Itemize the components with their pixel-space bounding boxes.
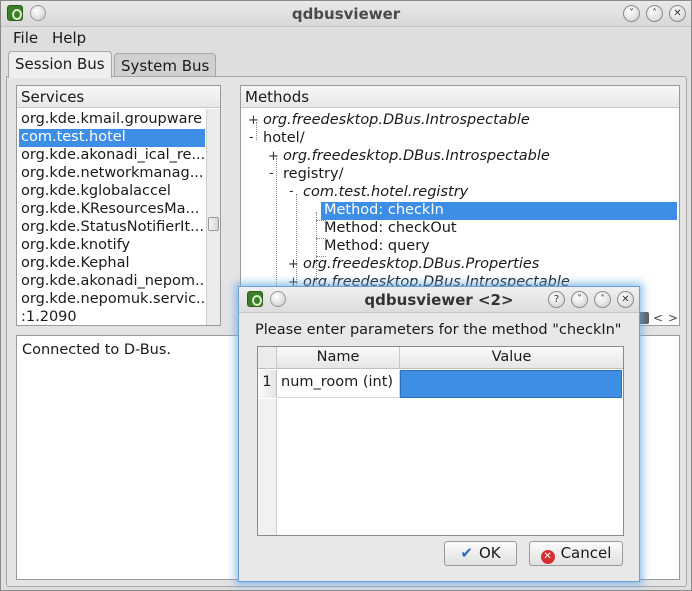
parameters-dialog: qdbusviewer <2> ? ˅ ˄ ✕ Please enter par… [238, 286, 640, 582]
menu-help[interactable]: Help [52, 29, 86, 47]
param-value-input[interactable] [400, 370, 622, 398]
tree-guide [276, 158, 277, 306]
service-item[interactable]: org.kde.StatusNotifierIt... [19, 219, 205, 237]
methods-header: Methods [241, 86, 679, 108]
method-item[interactable]: Method: query [324, 238, 430, 256]
service-item[interactable]: org.kde.knotify [19, 237, 205, 255]
cancel-icon: ✕ [540, 550, 555, 564]
minimize-button[interactable]: ˅ [623, 5, 640, 22]
scroll-left-icon[interactable]: < [653, 311, 663, 325]
param-name-cell[interactable]: num_room (int) [278, 370, 400, 398]
table-corner [258, 347, 277, 369]
menu-bar: File Help [1, 27, 691, 49]
cancel-button[interactable]: ✕ Cancel [529, 541, 623, 566]
tree-item[interactable]: registry/ [283, 166, 343, 184]
help-button[interactable]: ? [548, 291, 565, 308]
menu-file[interactable]: File [13, 29, 38, 47]
tree-item[interactable]: org.freedesktop.DBus.Introspectable [283, 148, 550, 166]
scrollbar-thumb[interactable] [208, 217, 219, 231]
tree-item[interactable]: org.freedesktop.DBus.Introspectable [263, 112, 530, 130]
scroll-right-icon[interactable]: > [668, 311, 678, 325]
cancel-label: Cancel [560, 544, 612, 562]
column-header-value[interactable]: Value [400, 347, 623, 369]
collapse-minus-icon[interactable]: - [269, 166, 274, 181]
dialog-maximize-button[interactable]: ˄ [594, 291, 611, 308]
method-item[interactable]: Method: checkOut [324, 220, 457, 238]
service-item[interactable]: org.kde.networkmanag... [19, 165, 205, 183]
service-item[interactable]: org.kde.Kephal [19, 255, 205, 273]
row-header-area [258, 399, 277, 535]
service-item[interactable]: org.kde.KResourcesMa... [19, 201, 205, 219]
expand-plus-icon[interactable]: + [288, 257, 299, 272]
check-icon: ✔ [460, 544, 473, 562]
services-header: Services [17, 86, 220, 108]
expand-plus-icon[interactable]: + [248, 113, 259, 128]
dialog-minimize-button[interactable]: ˅ [571, 291, 588, 308]
tree-item[interactable]: com.test.hotel.registry [303, 184, 468, 202]
service-item[interactable]: org.kde.kmail.groupware [19, 111, 205, 129]
tab-system-bus[interactable]: System Bus [114, 53, 217, 78]
method-item-selected[interactable]: Method: checkIn [321, 202, 677, 220]
ok-label: OK [478, 544, 501, 562]
tree-item[interactable]: hotel/ [263, 130, 305, 148]
tab-session-bus[interactable]: Session Bus [8, 51, 112, 78]
title-bar[interactable]: qdbusviewer ˅ ˄ ✕ [1, 1, 691, 27]
parameters-table: Name Value 1 num_room (int) [257, 346, 624, 536]
window-title: qdbusviewer [291, 5, 401, 23]
service-item-selected[interactable]: com.test.hotel [19, 129, 205, 147]
services-scrollbar[interactable] [206, 109, 220, 325]
close-button[interactable]: ✕ [669, 5, 686, 22]
service-item[interactable]: org.kde.akonadi_nepom... [19, 273, 205, 291]
ok-button[interactable]: ✔ OK [444, 541, 517, 566]
log-text: Connected to D-Bus. [22, 342, 172, 358]
dialog-title-bar[interactable]: qdbusviewer <2> ? ˅ ˄ ✕ [239, 287, 639, 313]
dialog-prompt: Please enter parameters for the method "… [255, 322, 622, 338]
service-item[interactable]: :1.2090 [19, 309, 205, 327]
collapse-minus-icon[interactable]: - [289, 184, 294, 199]
maximize-button[interactable]: ˄ [646, 5, 663, 22]
row-header[interactable]: 1 [258, 370, 277, 398]
service-item[interactable]: org.kde.nepomuk.servic... [19, 291, 205, 309]
collapse-minus-icon[interactable]: - [249, 130, 254, 145]
service-item[interactable]: org.kde.kglobalaccel [19, 183, 205, 201]
dialog-close-button[interactable]: ✕ [617, 291, 634, 308]
tree-item[interactable]: org.freedesktop.DBus.Properties [303, 256, 539, 274]
column-header-name[interactable]: Name [277, 347, 400, 369]
expand-plus-icon[interactable]: + [268, 149, 279, 164]
services-panel: Services org.kde.kmail.groupware com.tes… [16, 85, 221, 326]
service-item[interactable]: org.kde.akonadi_ical_re... [19, 147, 205, 165]
main-window: qdbusviewer ˅ ˄ ✕ File Help Session Bus … [0, 0, 692, 591]
